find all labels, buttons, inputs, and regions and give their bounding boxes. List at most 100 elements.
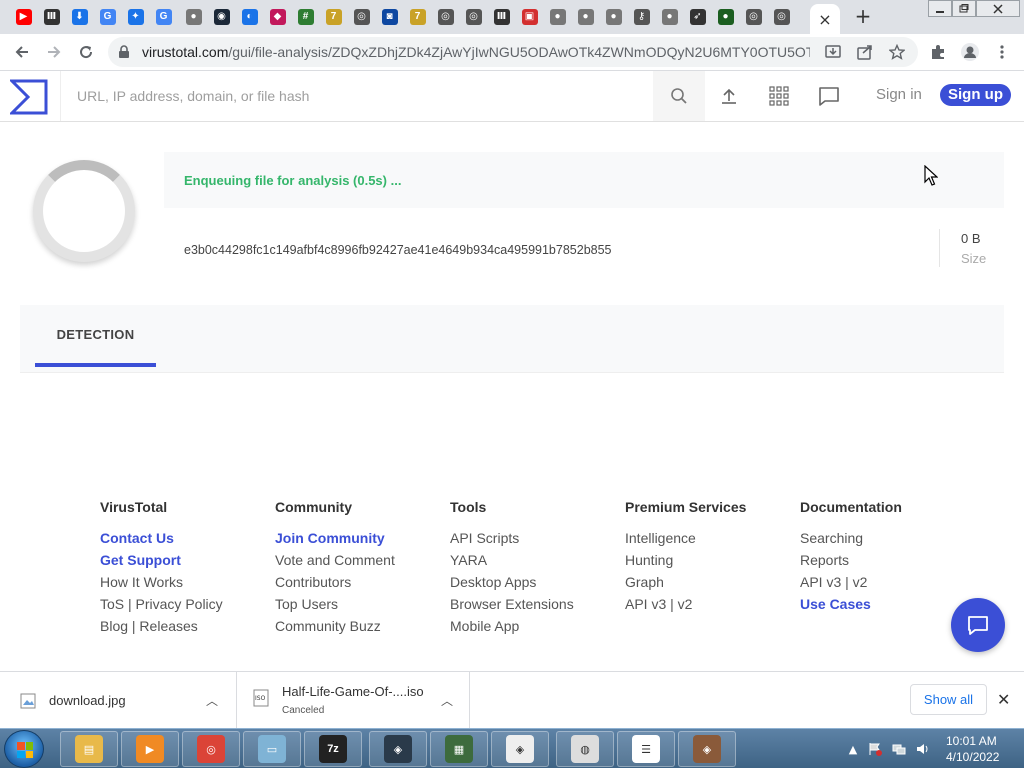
browser-tab[interactable]: ▣ <box>516 4 543 30</box>
apps-button[interactable] <box>766 83 792 109</box>
footer-link[interactable]: Blog | Releases <box>100 618 223 634</box>
reload-button[interactable] <box>74 40 98 64</box>
clock-date[interactable]: 4/10/2022 <box>946 750 999 764</box>
action-center-flag-icon[interactable] <box>868 742 882 756</box>
taskbar-app-button[interactable]: ▤ <box>60 731 118 767</box>
back-button[interactable] <box>10 40 34 64</box>
footer-link[interactable]: Searching <box>800 530 902 546</box>
start-button[interactable] <box>4 730 44 768</box>
sign-in-link[interactable]: Sign in <box>876 86 922 103</box>
browser-tab[interactable]: 7 <box>320 4 347 30</box>
browser-tab[interactable]: ◎ <box>768 4 795 30</box>
browser-tab[interactable]: ◎ <box>348 4 375 30</box>
browser-tab[interactable]: Ⅲ <box>38 4 65 30</box>
browser-tab[interactable]: ● <box>712 4 739 30</box>
chevron-up-icon[interactable]: ︿ <box>206 692 218 709</box>
browser-tab[interactable]: ● <box>544 4 571 30</box>
download-item[interactable]: ISO Half-Life-Game-Of-....iso Canceled ︿ <box>237 672 470 728</box>
tray-expand-icon[interactable]: ▲ <box>846 742 860 756</box>
footer-link[interactable]: API v3 | v2 <box>625 596 746 612</box>
taskbar-app-button[interactable]: ◎ <box>182 731 240 767</box>
browser-tab[interactable]: ◆ <box>264 4 291 30</box>
minimize-window-button[interactable] <box>928 0 952 17</box>
footer-link[interactable]: Vote and Comment <box>275 552 395 568</box>
footer-link[interactable]: Browser Extensions <box>450 596 574 612</box>
footer-link[interactable]: Graph <box>625 574 746 590</box>
url-text[interactable]: virustotal.com/gui/file-analysis/ZDQxZDh… <box>142 44 810 60</box>
footer-link[interactable]: Mobile App <box>450 618 574 634</box>
footer-link[interactable]: Top Users <box>275 596 395 612</box>
chrome-menu-button[interactable] <box>990 40 1014 64</box>
footer-link[interactable]: ToS | Privacy Policy <box>100 596 223 612</box>
browser-tab[interactable]: G <box>150 4 177 30</box>
forward-button[interactable] <box>42 40 66 64</box>
taskbar-app-button[interactable]: ◈ <box>369 731 427 767</box>
maximize-window-button[interactable] <box>952 0 976 17</box>
browser-tab[interactable]: ◎ <box>432 4 459 30</box>
footer-link[interactable]: Desktop Apps <box>450 574 574 590</box>
tab-detection[interactable]: DETECTION <box>35 305 156 367</box>
footer-link[interactable]: Hunting <box>625 552 746 568</box>
browser-tab[interactable]: ➶ <box>684 4 711 30</box>
browser-tab[interactable]: ◎ <box>740 4 767 30</box>
browser-tab[interactable]: ✦ <box>122 4 149 30</box>
taskbar-app-button[interactable]: ◍ <box>556 731 614 767</box>
active-tab[interactable]: × <box>810 4 840 34</box>
browser-tab[interactable]: ● <box>572 4 599 30</box>
browser-tab[interactable]: ◉ <box>208 4 235 30</box>
taskbar-app-button[interactable]: ▶ <box>121 731 179 767</box>
footer-link[interactable]: API Scripts <box>450 530 574 546</box>
share-icon[interactable] <box>856 43 874 61</box>
taskbar-app-button[interactable]: ▭ <box>243 731 301 767</box>
bookmark-star-icon[interactable] <box>888 43 906 61</box>
browser-tab[interactable]: # <box>292 4 319 30</box>
close-shelf-icon[interactable]: ✕ <box>997 690 1010 709</box>
footer-link[interactable]: Reports <box>800 552 902 568</box>
browser-tab[interactable]: ◙ <box>376 4 403 30</box>
footer-link[interactable]: Get Support <box>100 552 223 568</box>
download-item[interactable]: download.jpg ︿ <box>0 672 237 728</box>
install-app-icon[interactable] <box>824 43 842 61</box>
browser-tab[interactable]: ● <box>180 4 207 30</box>
footer-link[interactable]: Contact Us <box>100 530 223 546</box>
taskbar-app-button[interactable]: ☰ <box>617 731 675 767</box>
sign-up-button[interactable]: Sign up <box>940 84 1011 106</box>
volume-icon[interactable] <box>916 742 930 756</box>
browser-tab[interactable]: G <box>94 4 121 30</box>
footer-link[interactable]: Community Buzz <box>275 618 395 634</box>
show-all-downloads-button[interactable]: Show all <box>910 684 987 715</box>
search-button[interactable] <box>653 71 705 121</box>
upload-button[interactable] <box>716 83 742 109</box>
browser-tab[interactable]: ◐ <box>236 4 263 30</box>
address-bar[interactable]: virustotal.com/gui/file-analysis/ZDQxZDh… <box>108 37 918 67</box>
close-window-button[interactable] <box>976 0 1020 17</box>
virustotal-logo[interactable] <box>10 79 48 115</box>
taskbar-app-button[interactable]: ◈ <box>491 731 549 767</box>
new-tab-button[interactable]: + <box>852 4 874 28</box>
browser-tab[interactable]: ▶ <box>10 4 37 30</box>
footer-link[interactable]: API v3 | v2 <box>800 574 902 590</box>
footer-link[interactable]: Intelligence <box>625 530 746 546</box>
browser-tab[interactable]: ● <box>656 4 683 30</box>
footer-link[interactable]: How It Works <box>100 574 223 590</box>
chat-support-button[interactable] <box>951 598 1005 652</box>
comments-button[interactable] <box>816 83 842 109</box>
network-icon[interactable] <box>892 742 906 756</box>
search-input[interactable] <box>61 71 653 121</box>
extensions-button[interactable] <box>926 40 950 64</box>
chevron-up-icon[interactable]: ︿ <box>441 692 453 709</box>
browser-tab[interactable]: Ⅲ <box>488 4 515 30</box>
browser-tab[interactable]: ⚷ <box>628 4 655 30</box>
taskbar-app-button[interactable]: ◈ <box>678 731 736 767</box>
footer-link[interactable]: Contributors <box>275 574 395 590</box>
footer-link[interactable]: Join Community <box>275 530 395 546</box>
footer-link[interactable]: YARA <box>450 552 574 568</box>
clock-time[interactable]: 10:01 AM <box>946 734 997 748</box>
footer-link[interactable]: Use Cases <box>800 596 902 612</box>
browser-tab[interactable]: ◎ <box>460 4 487 30</box>
close-tab-icon[interactable]: × <box>818 10 831 29</box>
taskbar-app-button[interactable]: 7z <box>304 731 362 767</box>
browser-tab[interactable]: ⬇ <box>66 4 93 30</box>
browser-tab[interactable]: ● <box>600 4 627 30</box>
profile-button[interactable] <box>958 40 982 64</box>
